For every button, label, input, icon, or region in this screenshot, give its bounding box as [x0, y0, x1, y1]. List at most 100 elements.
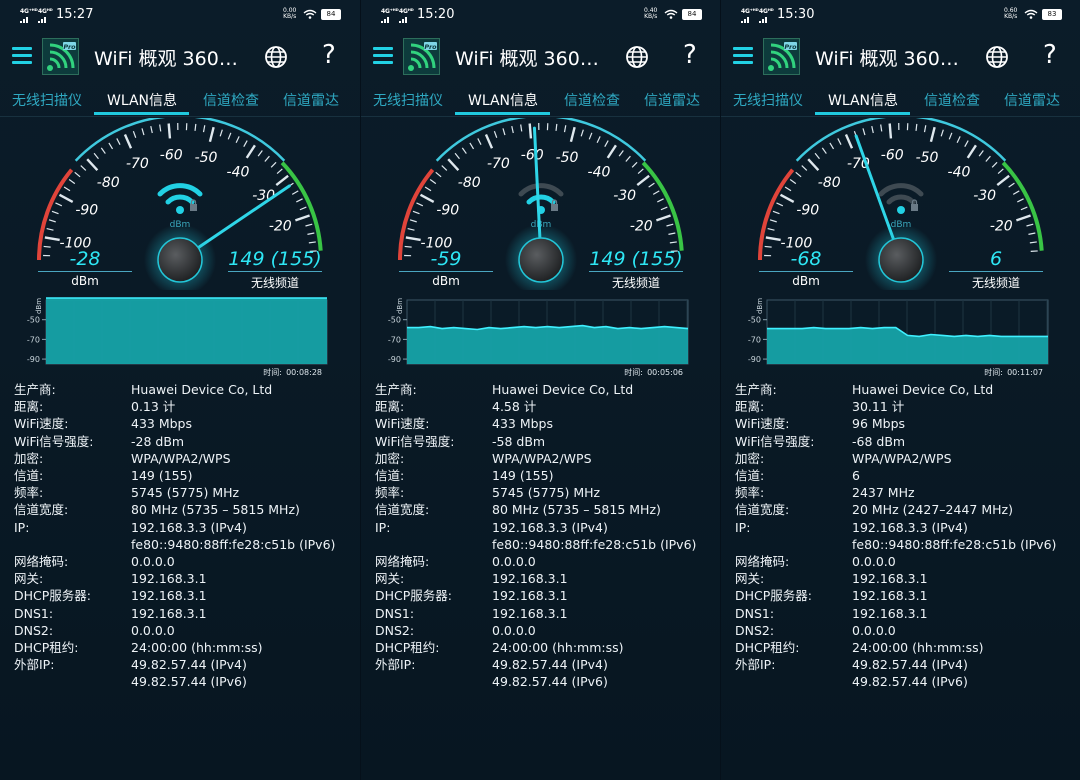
globe-icon[interactable]: [985, 45, 1009, 69]
globe-icon[interactable]: [625, 45, 649, 69]
gauge-minor-tick: [652, 190, 660, 195]
gauge-minor-tick: [424, 186, 432, 192]
info-row: 网关: 192.168.3.1: [375, 570, 715, 587]
info-row: DNS2: 0.0.0.0: [375, 622, 715, 639]
info-value-line: 0.0.0.0: [492, 554, 536, 570]
info-value: 149 (155): [492, 467, 715, 484]
info-key: 信道宽度:: [375, 502, 430, 518]
gauge-minor-tick: [477, 138, 482, 145]
info-value-line: 192.168.3.3 (IPv4): [492, 519, 608, 535]
gauge-minor-tick: [821, 147, 827, 154]
info-key: IP:: [735, 519, 751, 535]
gauge-major-tick: [123, 134, 133, 149]
menu-icon[interactable]: [12, 47, 32, 65]
tab-channel-check[interactable]: 信道检查: [203, 90, 259, 110]
info-key: DHCP租约:: [14, 640, 79, 656]
tab-channel-check[interactable]: 信道检查: [924, 90, 980, 110]
gauge-minor-tick: [469, 142, 475, 150]
info-key: DHCP服务器:: [375, 588, 453, 604]
gauge-minor-tick: [555, 123, 558, 131]
info-row: 外部IP: 49.82.57.44 (IPv4) 49.82.57.44 (IPv6…: [375, 656, 715, 690]
info-key: 频率:: [735, 485, 765, 501]
channel-label: 无线频道: [250, 276, 299, 290]
gauge-major-tick: [844, 134, 854, 149]
info-value: 149 (155): [131, 467, 354, 484]
history-y-tick-label: -50: [388, 316, 401, 325]
gauge-major-tick: [167, 123, 172, 139]
tab-channel-radar[interactable]: 信道雷达: [644, 90, 700, 110]
info-value: 6: [852, 467, 1075, 484]
info-value: 433 Mbps: [131, 415, 354, 432]
tab-channel-radar[interactable]: 信道雷达: [283, 90, 339, 110]
tab-wlan-info[interactable]: WLAN信息: [828, 90, 898, 110]
info-value-line: 192.168.3.1: [131, 605, 207, 621]
info-row: DHCP租约: 24:00:00 (hh:mm:ss): [14, 639, 354, 656]
info-key: DNS2:: [375, 622, 415, 638]
gauge-minor-tick: [978, 150, 984, 157]
help-icon[interactable]: ?: [322, 40, 336, 70]
network-speed-unit: KB/s: [644, 13, 658, 20]
tab-channel-radar[interactable]: 信道雷达: [1004, 90, 1060, 110]
gauge-minor-tick: [829, 142, 835, 150]
gauge-minor-tick: [767, 227, 775, 231]
info-key: 外部IP:: [14, 657, 55, 673]
tab-wlan-info[interactable]: WLAN信息: [468, 90, 538, 110]
cell-signal-icon: [20, 17, 28, 23]
gauge-minor-tick: [493, 130, 498, 138]
help-icon[interactable]: ?: [1043, 40, 1057, 70]
gauge-minor-tick: [604, 140, 609, 148]
gauge-major-tick: [606, 144, 617, 159]
info-value-line: 80 MHz (5735 – 5815 MHz): [492, 502, 661, 518]
info-value: 24:00:00 (hh:mm:ss): [131, 639, 354, 656]
gauge-minor-tick: [74, 171, 81, 178]
globe-icon[interactable]: [264, 45, 288, 69]
tab-wlan-info[interactable]: WLAN信息: [107, 90, 177, 110]
info-row: WiFi速度: 433 Mbps: [14, 415, 354, 432]
gauge-minor-tick: [291, 190, 299, 195]
tab-wireless-scanner[interactable]: 无线扫描仪: [733, 90, 803, 110]
gauge-tick-label: -50: [556, 150, 579, 166]
info-value-line: 49.82.57.44 (IPv4): [131, 657, 247, 673]
tab-wireless-scanner[interactable]: 无线扫描仪: [373, 90, 443, 110]
active-tab-indicator: [94, 112, 189, 115]
gauge-minor-tick: [596, 136, 601, 144]
info-value-line: 192.168.3.1: [131, 571, 207, 587]
menu-icon[interactable]: [733, 47, 753, 65]
info-row: DNS1: 192.168.3.1: [735, 605, 1075, 622]
cell-signal-icon-2: [399, 17, 407, 23]
info-value: 192.168.3.1: [131, 587, 354, 604]
info-value: -58 dBm: [492, 433, 715, 450]
info-value-line: 24:00:00 (hh:mm:ss): [852, 640, 984, 656]
gauge-major-tick: [966, 144, 977, 159]
tab-channel-check[interactable]: 信道检查: [564, 90, 620, 110]
info-value: 0.0.0.0: [492, 622, 715, 639]
info-row: 信道宽度: 80 MHz (5735 – 5815 MHz): [375, 501, 715, 518]
gauge-minor-tick: [243, 140, 248, 148]
info-row: 频率: 5745 (5775) MHz: [14, 484, 354, 501]
status-time: 15:27: [56, 7, 94, 22]
gauge-minor-tick: [1020, 206, 1028, 211]
info-row: 信道: 6: [735, 467, 1075, 484]
history-time-label: 时间:: [263, 367, 282, 377]
info-value-line: 0.0.0.0: [131, 622, 175, 638]
info-value: 4.58 计: [492, 398, 715, 415]
gauge-major-tick: [996, 174, 1010, 187]
info-row: 频率: 5745 (5775) MHz: [375, 484, 715, 501]
tab-wireless-scanner[interactable]: 无线扫描仪: [12, 90, 82, 110]
info-key: 信道:: [735, 468, 765, 484]
gauge-minor-tick: [202, 125, 206, 133]
info-value: 80 MHz (5735 – 5815 MHz): [492, 501, 715, 518]
info-key: 生产商:: [735, 382, 777, 397]
app-bar: Pro WiFi 概观 360… ?: [361, 36, 720, 78]
info-key: WiFi信号强度:: [375, 433, 455, 449]
menu-icon[interactable]: [373, 47, 393, 65]
gauge-minor-tick: [1026, 223, 1034, 227]
gauge-tick-label: -80: [818, 175, 841, 191]
history-y-tick-label: -90: [388, 355, 401, 364]
app-logo: Pro: [763, 38, 800, 75]
gauge-tick-label: -30: [252, 188, 275, 204]
help-icon[interactable]: ?: [683, 40, 697, 70]
info-key: WiFi信号强度:: [14, 433, 94, 449]
wlan-info-list: 生产商: Huawei Device Co, Ltd 距离: 30.11 计 WiFi速…: [735, 381, 1075, 691]
gauge-major-tick: [405, 236, 421, 242]
